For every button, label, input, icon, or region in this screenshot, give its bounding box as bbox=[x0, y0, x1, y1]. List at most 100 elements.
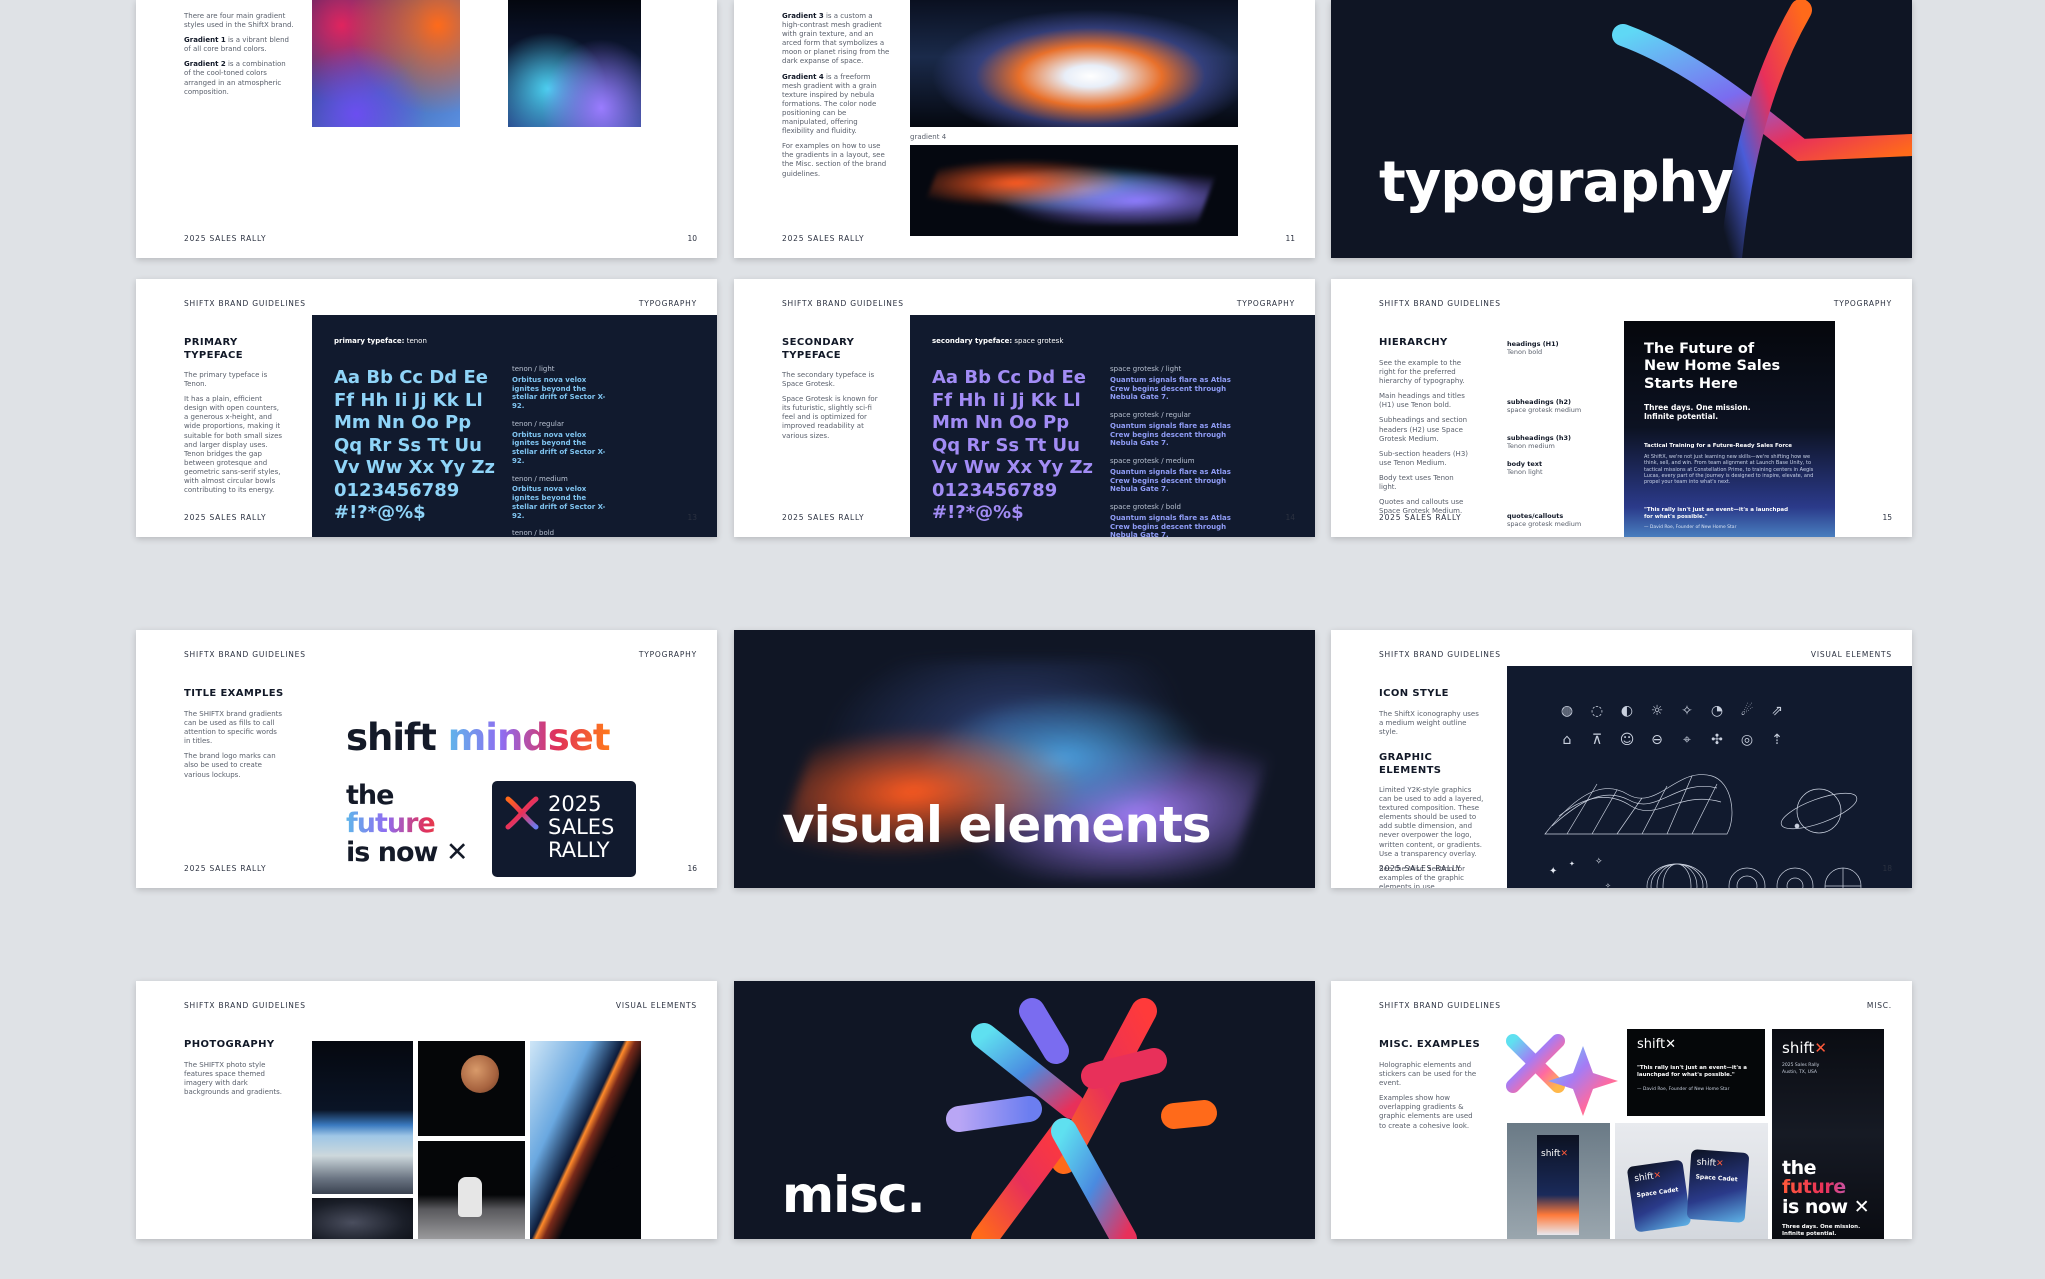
weight-samples: space grotesk / light Quantum signals fla… bbox=[1110, 365, 1240, 537]
bold-term: Gradient 4 bbox=[782, 72, 824, 81]
x-mark-icon: ✕ bbox=[1665, 1037, 1676, 1052]
specimen-line: Ff Hh Ii Jj Kk Ll bbox=[932, 389, 1081, 411]
hierarchy-label-font: Tenon bold bbox=[1507, 347, 1543, 356]
section-title-graphic-elements: GRAPHIC ELEMENTS bbox=[1379, 752, 1442, 776]
panel-label-bold: secondary typeface: bbox=[932, 337, 1013, 345]
slide-11[interactable]: Gradient 3 is a custom a high-contrast m… bbox=[734, 0, 1315, 258]
bold-term: Gradient 1 bbox=[184, 36, 226, 45]
body-paragraph: Limited Y2K-style graphics can be used t… bbox=[1379, 786, 1484, 858]
poster-logo: shift✕ bbox=[1782, 1039, 1827, 1057]
specimen-line: Mm Nn Oo Pp bbox=[334, 412, 472, 433]
body-paragraph: Subheadings and section headers (H2) use… bbox=[1379, 416, 1468, 443]
wireframe-graphics: ✦ ✦ ✧ ✦ ✧ ✦ bbox=[1544, 774, 1862, 888]
photo-astronaut bbox=[418, 1141, 525, 1239]
slide-16[interactable]: SHIFTX BRAND GUIDELINES TYPOGRAPHY TITLE… bbox=[136, 630, 717, 888]
slide-footer: 2025 SALES RALLY bbox=[1379, 864, 1462, 873]
slide-header-brand: SHIFTX BRAND GUIDELINES bbox=[1379, 1001, 1501, 1010]
slide-14[interactable]: SHIFTX BRAND GUIDELINES TYPOGRAPHY SECON… bbox=[734, 279, 1315, 537]
body-paragraph: The secondary typeface is Space Grotesk. bbox=[782, 371, 875, 389]
panel-label-text: tenon bbox=[404, 337, 427, 345]
poster-body: At ShiftX, we're not just learning new s… bbox=[1644, 454, 1814, 485]
weight-sample: space grotesk / medium Quantum signals fl… bbox=[1110, 457, 1240, 494]
slide-20-misc-divider[interactable]: misc. bbox=[734, 981, 1315, 1239]
title-gradient-text: mindset bbox=[447, 716, 611, 759]
specimen-line: 0123456789 bbox=[932, 479, 1058, 501]
slide-body: The SHIFTX brand gradients can be used a… bbox=[184, 710, 284, 786]
slide-21[interactable]: SHIFTX BRAND GUIDELINES MISC. MISC. EXAM… bbox=[1331, 981, 1912, 1239]
page-number: 13 bbox=[687, 513, 697, 522]
poster-headline: the future is now ✕ bbox=[1782, 1158, 1870, 1218]
poster-location: Austin, TX, USA bbox=[1782, 1070, 1818, 1075]
headline-line: is now ✕ bbox=[1782, 1195, 1870, 1218]
gradient-3-swatch bbox=[910, 0, 1238, 127]
moon-disc bbox=[461, 1055, 499, 1093]
panel-label-text: space grotesk bbox=[1012, 337, 1064, 345]
specimen-line: Qq Rr Ss Tt Uu bbox=[334, 434, 482, 456]
slide-header-brand: SHIFTX BRAND GUIDELINES bbox=[184, 650, 306, 659]
photo-earth-horizon bbox=[312, 1041, 413, 1194]
slide-title: visual elements bbox=[782, 796, 1212, 854]
slide-12-typography-divider[interactable]: typography bbox=[1331, 0, 1912, 258]
logo-wordmark: shift bbox=[1637, 1037, 1666, 1052]
slide-header-section: VISUAL ELEMENTS bbox=[1810, 650, 1892, 659]
body-paragraph: Sub-section headers (H3) use Tenon Mediu… bbox=[1379, 449, 1468, 467]
x-mark-icon: ✕ bbox=[1715, 1158, 1724, 1170]
slide-10[interactable]: There are four main gradient styles used… bbox=[136, 0, 717, 258]
poster-quote: "This rally isn't just an event—it's a l… bbox=[1644, 507, 1789, 520]
body-paragraph: Main headings and titles (H1) use Tenon … bbox=[1379, 392, 1465, 410]
poster-quote-by: — David Roe, Founder of New Home Star bbox=[1644, 525, 1737, 530]
badge-line: 2025 bbox=[548, 792, 602, 816]
logo-wordmark: shift bbox=[1633, 1171, 1655, 1185]
poster-tagline: Three days. One mission. Infinite potent… bbox=[1782, 1224, 1861, 1237]
slide-15[interactable]: SHIFTX BRAND GUIDELINES TYPOGRAPHY HIERA… bbox=[1331, 279, 1912, 537]
slide-body: There are four main gradient styles used… bbox=[184, 12, 294, 103]
slide-header-section: TYPOGRAPHY bbox=[638, 299, 697, 308]
section-title: PRIMARY TYPEFACE bbox=[184, 337, 244, 361]
slide-header-brand: SHIFTX BRAND GUIDELINES bbox=[184, 1001, 306, 1010]
title-line: the bbox=[346, 780, 394, 811]
weight-name: space grotesk / bold bbox=[1110, 503, 1181, 511]
body-paragraph: For examples on how to use the gradients… bbox=[782, 142, 887, 178]
body-paragraph: The ShiftX iconography uses a medium wei… bbox=[1379, 710, 1479, 737]
badge-logo: shift✕ bbox=[1696, 1157, 1724, 1169]
weight-text: Quantum signals flare as Atlas Crew begi… bbox=[1110, 513, 1231, 537]
weight-text: Quantum signals flare as Atlas Crew begi… bbox=[1110, 375, 1231, 402]
banner: shift✕ bbox=[1537, 1135, 1579, 1235]
weight-name: tenon / bold bbox=[512, 529, 555, 537]
svg-text:✧: ✧ bbox=[1605, 882, 1611, 888]
body-paragraph: There are four main gradient styles used… bbox=[184, 12, 294, 30]
svg-text:✦: ✦ bbox=[1549, 866, 1557, 877]
panel-label-bold: primary typeface: bbox=[334, 337, 405, 345]
page-number: 11 bbox=[1285, 234, 1295, 243]
astronaut-figure bbox=[458, 1177, 482, 1217]
slide-footer: 2025 SALES RALLY bbox=[782, 234, 865, 243]
slide-18[interactable]: SHIFTX BRAND GUIDELINES VISUAL ELEMENTS … bbox=[1331, 630, 1912, 888]
title-plain-text: shift bbox=[346, 716, 448, 759]
slide-19[interactable]: SHIFTX BRAND GUIDELINES VISUAL ELEMENTS … bbox=[136, 981, 717, 1239]
page-number: 18 bbox=[1882, 864, 1892, 873]
section-title: MISC. EXAMPLES bbox=[1379, 1039, 1481, 1050]
title-gradient-line: future bbox=[346, 809, 467, 838]
slide-17-visual-elements-divider[interactable]: visual elements bbox=[734, 630, 1315, 888]
rally-lockup-badge: 2025 SALES RALLY bbox=[492, 781, 636, 877]
slide-13[interactable]: SHIFTX BRAND GUIDELINES TYPOGRAPHY PRIMA… bbox=[136, 279, 717, 537]
slide-title: misc. bbox=[782, 1166, 926, 1224]
body-paragraph: Holographic elements and stickers can be… bbox=[1379, 1061, 1477, 1088]
card-logo: shift✕ bbox=[1637, 1037, 1676, 1052]
x-mark-icon: ✕ bbox=[1853, 1195, 1870, 1218]
hierarchy-label: subheadings (h2) space grotesk medium bbox=[1507, 398, 1581, 415]
weight-text: Orbitus nova velox ignites beyond the st… bbox=[512, 375, 606, 410]
hierarchy-label: body text Tenon light bbox=[1507, 460, 1543, 477]
slide-body: Gradient 3 is a custom a high-contrast m… bbox=[782, 12, 890, 185]
x-mark-icon: ✕ bbox=[445, 836, 469, 868]
slide-header-section: TYPOGRAPHY bbox=[1236, 299, 1295, 308]
specimen-line: Vv Ww Xx Yy Zz bbox=[334, 457, 495, 478]
weight-sample: tenon / regular Orbitus nova velox ignite… bbox=[512, 420, 612, 466]
slide-title: typography bbox=[1379, 150, 1734, 215]
shiftx-mark-graphic bbox=[1612, 0, 1912, 258]
body-paragraph: It has a plain, efficient design with op… bbox=[184, 395, 283, 495]
weight-text: Orbitus nova velox ignites beyond the st… bbox=[512, 485, 606, 520]
page-number: 16 bbox=[687, 864, 697, 873]
slide-header-section: VISUAL ELEMENTS bbox=[615, 1001, 697, 1010]
slide-header-brand: SHIFTX BRAND GUIDELINES bbox=[782, 299, 904, 308]
